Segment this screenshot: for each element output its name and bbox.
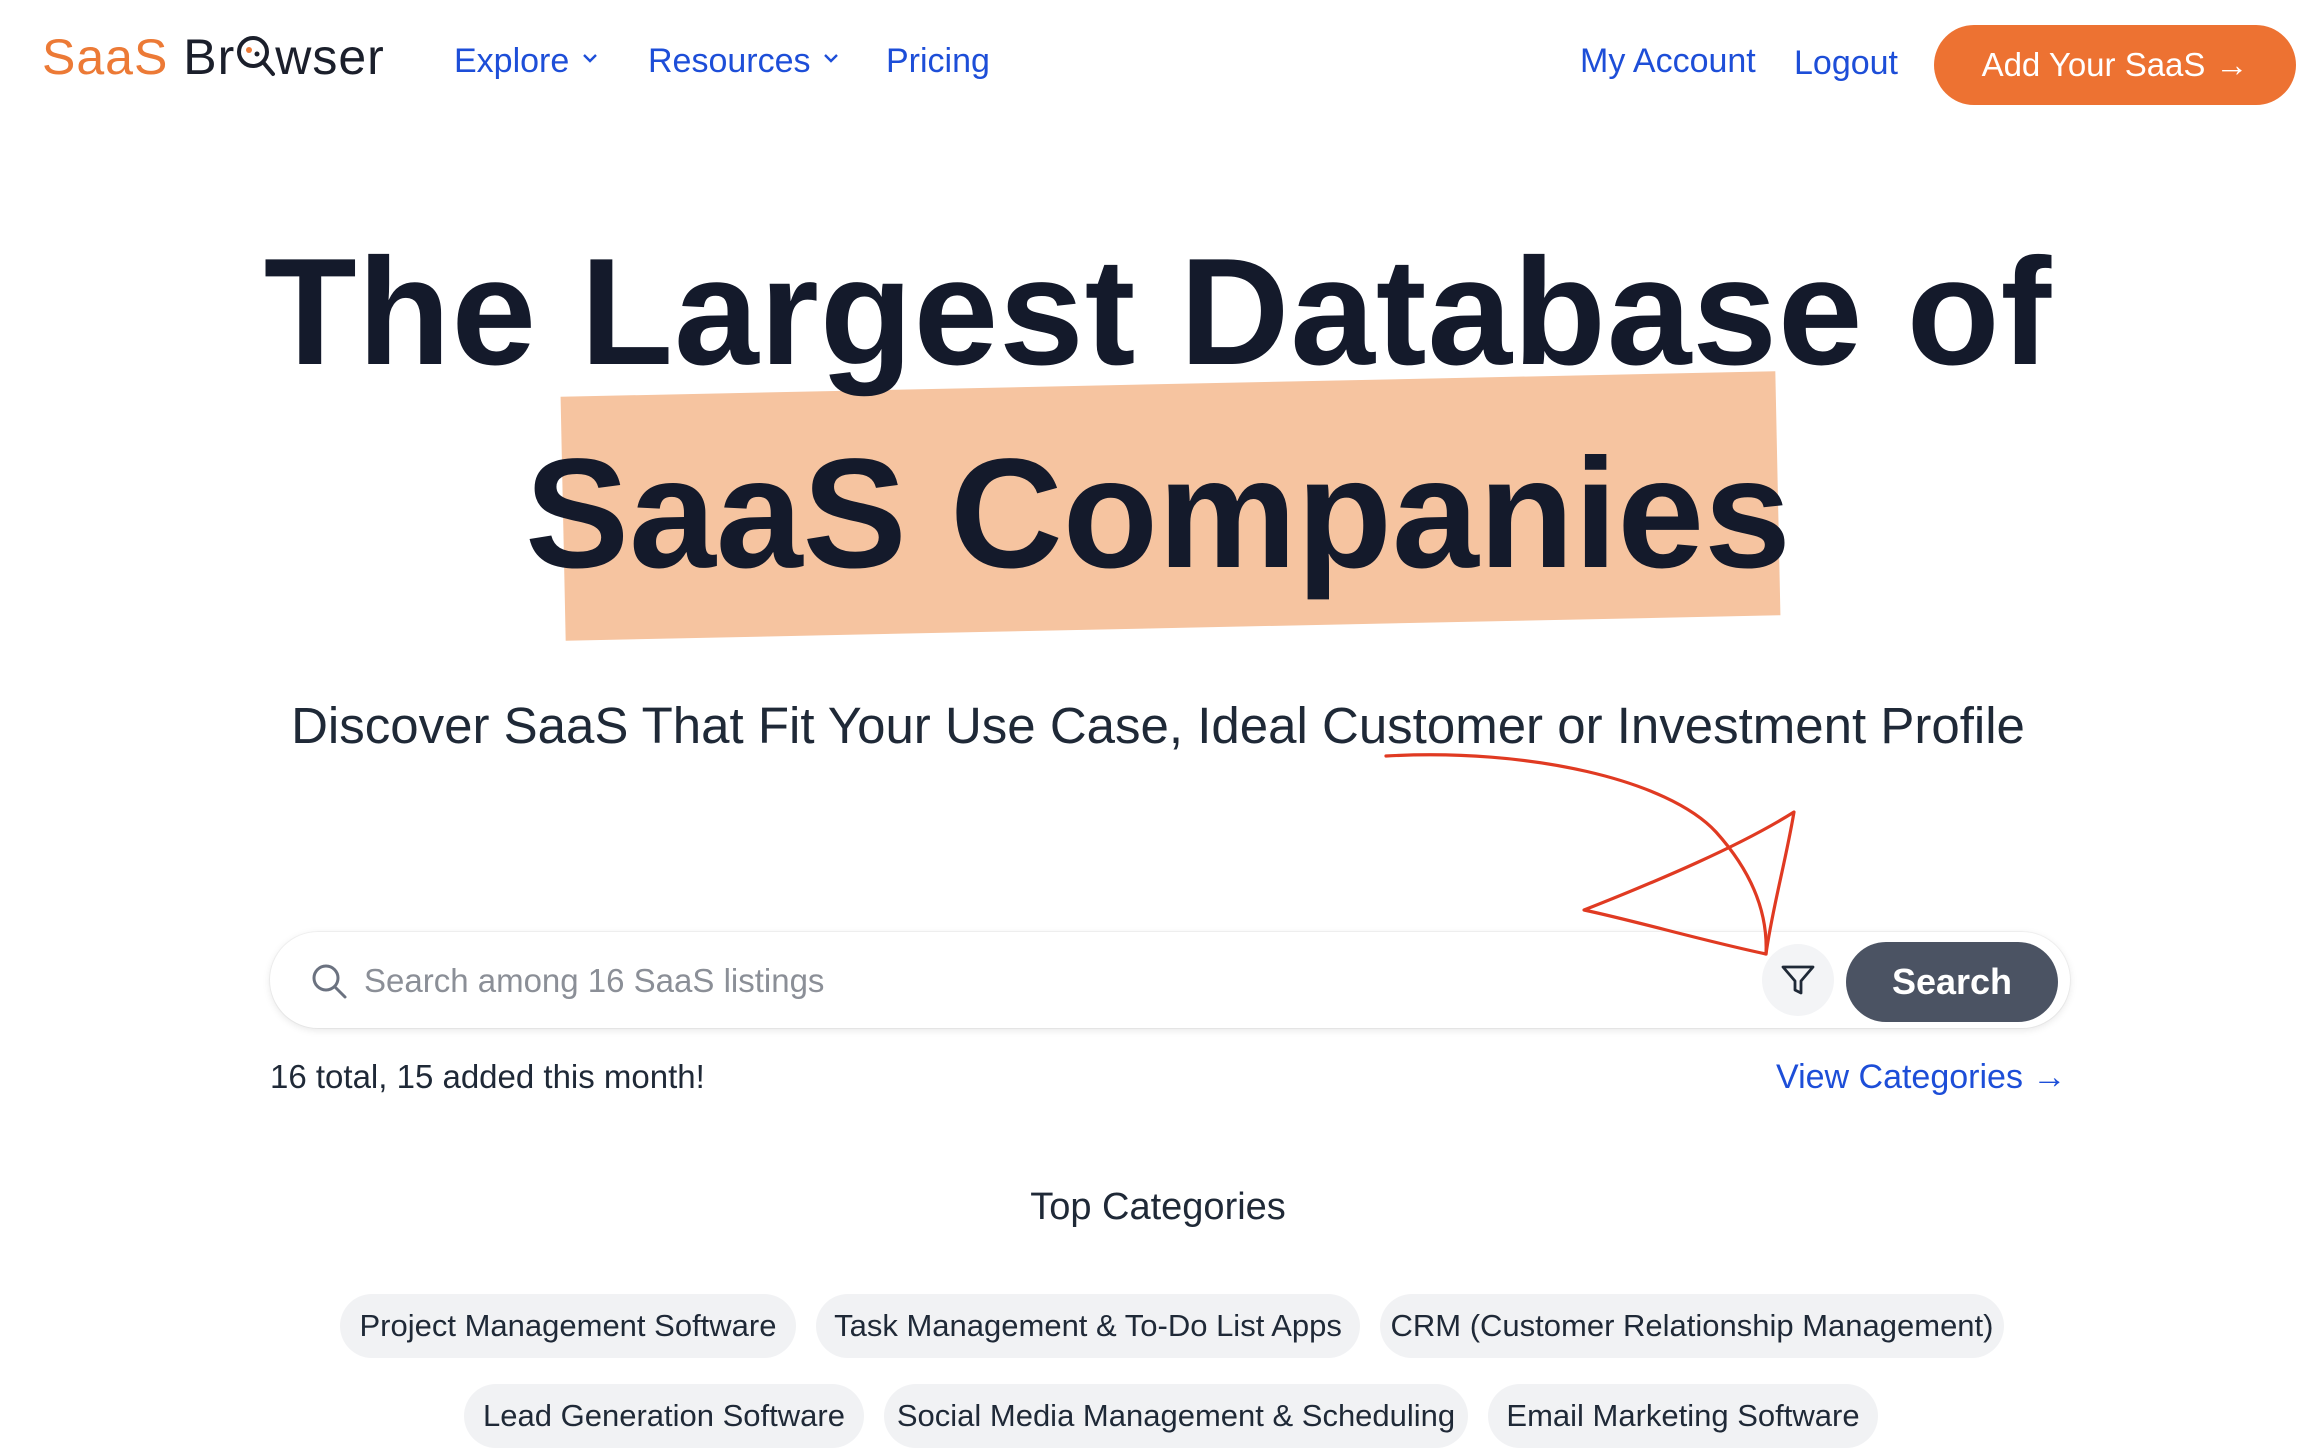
category-chip[interactable]: Lead Generation Software	[464, 1384, 864, 1448]
logout-link[interactable]: Logout	[1794, 44, 1898, 83]
logo-saas: SaaS	[42, 29, 169, 85]
arrow-right-icon: →	[2215, 46, 2249, 83]
view-categories-link[interactable]: View Categories →	[1776, 1058, 2066, 1097]
nav-resources[interactable]: Resources	[648, 42, 841, 81]
chevron-down-icon	[580, 48, 600, 68]
search-input[interactable]	[362, 946, 1746, 1016]
nav-explore-label[interactable]: Explore	[454, 42, 569, 80]
logo[interactable]: SaaS Br wser	[42, 28, 385, 86]
category-chip[interactable]: CRM (Customer Relationship Management)	[1380, 1294, 2004, 1358]
hero-title-line2: SaaS Companies	[525, 427, 1791, 601]
top-categories-title: Top Categories	[1030, 1186, 1286, 1228]
logo-browser-a: Br	[183, 29, 236, 85]
search-icon	[310, 962, 348, 1000]
logo-browser-b: wser	[275, 29, 385, 85]
category-chip[interactable]: Email Marketing Software	[1488, 1384, 1878, 1448]
logout-label[interactable]: Logout	[1794, 44, 1898, 82]
chevron-down-icon	[821, 48, 841, 68]
nav-resources-label[interactable]: Resources	[648, 42, 811, 80]
nav-pricing[interactable]: Pricing	[886, 42, 990, 81]
listing-stats: 16 total, 15 added this month!	[270, 1058, 705, 1095]
hero-title-line1: The Largest Database of	[263, 227, 2053, 397]
filter-icon	[1781, 965, 1815, 995]
category-chip[interactable]: Social Media Management & Scheduling	[884, 1384, 1468, 1448]
filter-button[interactable]	[1762, 944, 1834, 1016]
logo-browser: Br wser	[183, 29, 385, 85]
magnifier-logo-icon	[235, 32, 276, 76]
nav-pricing-label[interactable]: Pricing	[886, 42, 990, 80]
add-your-saas-button[interactable]: Add Your SaaS →	[1934, 25, 2296, 105]
hero-subtitle: Discover SaaS That Fit Your Use Case, Id…	[291, 697, 2025, 754]
my-account-link[interactable]: My Account	[1580, 42, 1756, 81]
add-your-saas-label: Add Your SaaS	[1981, 46, 2206, 83]
nav-explore[interactable]: Explore	[454, 42, 600, 81]
category-chip[interactable]: Project Management Software	[340, 1294, 796, 1358]
category-chip[interactable]: Task Management & To-Do List Apps	[816, 1294, 1360, 1358]
search-button[interactable]: Search	[1846, 942, 2058, 1022]
my-account-label[interactable]: My Account	[1580, 42, 1756, 80]
